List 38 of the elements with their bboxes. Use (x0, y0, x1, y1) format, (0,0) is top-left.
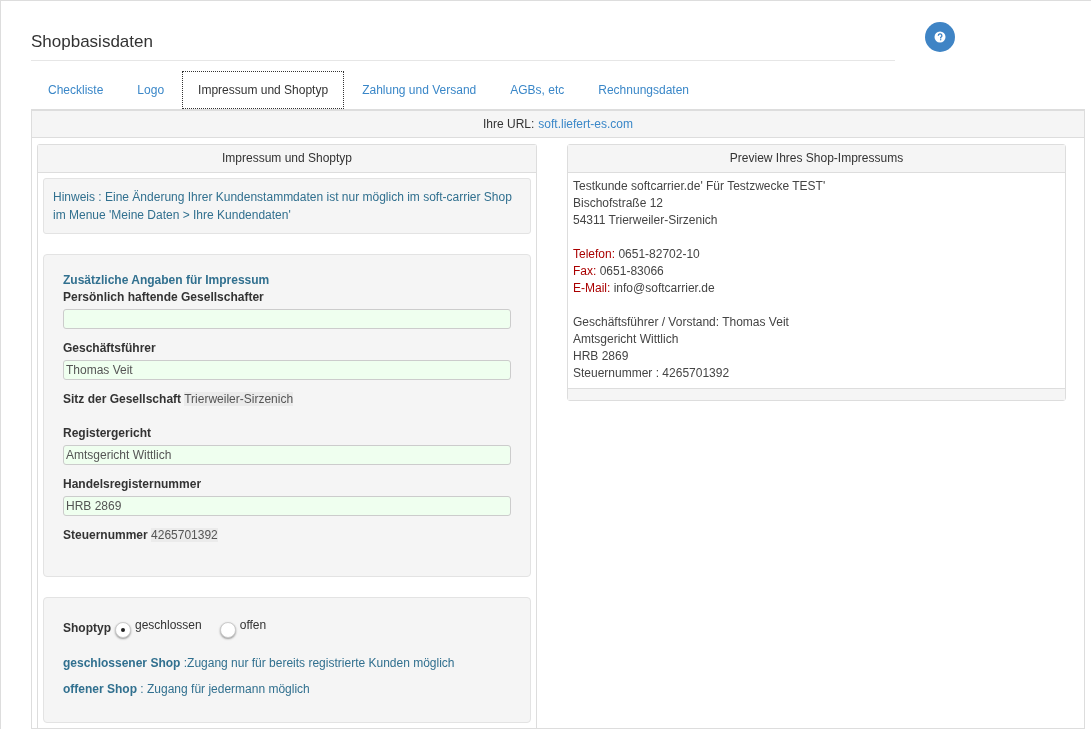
panel-title: Impressum und Shoptyp (38, 145, 536, 173)
field-label: Steuernummer (63, 528, 148, 542)
preview-line: Steuernummer : 4265701392 (573, 365, 731, 382)
notice: Hinweis : Eine Änderung Ihrer Kundenstammdaten ist nur möglich im soft-carrier Shop im Menue 'Meine Daten > Ihre Kundendaten' (43, 178, 531, 234)
preview-line: 54311 Trierweiler-Sirzenich (573, 212, 719, 229)
preview-line: E-Mail: info@softcarrier.de (573, 280, 716, 297)
tab[interactable]: Impressum und Shoptyp (182, 71, 345, 109)
preview-line: Fax: 0651-83066 (573, 263, 665, 280)
panel-title: Preview Ihres Shop-Impressums (568, 145, 1065, 173)
url-link[interactable]: soft.liefert-es.com (538, 117, 634, 131)
input-field[interactable] (63, 309, 511, 329)
shoptype-description: offener Shop : Zugang für jedermann möglich (63, 682, 311, 696)
preview-line: HRB 2869 (573, 348, 630, 365)
radio-button[interactable] (219, 622, 236, 638)
help-icon[interactable] (925, 22, 955, 52)
field-value: Trierweiler-Sirzenich (184, 392, 294, 406)
section-heading: Zusätzliche Angaben für Impressum (63, 273, 271, 287)
field-label: Persönlich haftende Gesellschafter (63, 290, 265, 304)
field-label: Sitz der Gesellschaft (63, 392, 182, 406)
shoptype-description: geschlossener Shop :Zugang nur für bereits registrierte Kunden möglich (63, 656, 456, 670)
page-title: Shopbasisdaten (31, 32, 154, 52)
field-label: Registergericht (63, 426, 153, 440)
input-field[interactable]: Amtsgericht Wittlich (63, 445, 511, 465)
preview-line: Testkunde softcarrier.de' Für Testzwecke TEST' (573, 178, 827, 195)
preview-line: Bischofstraße 12 (573, 195, 665, 212)
field-label: Shoptyp (63, 621, 111, 635)
field-label: Geschäftsführer (63, 341, 157, 355)
radio-label[interactable]: geschlossen (135, 618, 202, 632)
preview-line: Geschäftsführer / Vorstand: Thomas Veit (573, 314, 790, 331)
input-field[interactable]: Thomas Veit (63, 360, 511, 380)
field-value: 4265701392 (151, 528, 218, 542)
preview-line: Telefon: 0651-82702-10 (573, 246, 701, 263)
input-field[interactable]: HRB 2869 (63, 496, 511, 516)
radio-button[interactable] (115, 622, 131, 638)
field-label: Handelsregisternummer (63, 477, 203, 491)
preview-line: Amtsgericht Wittlich (573, 331, 680, 348)
url-label: Ihre URL: (482, 117, 535, 131)
radio-label[interactable]: offen (239, 618, 267, 632)
